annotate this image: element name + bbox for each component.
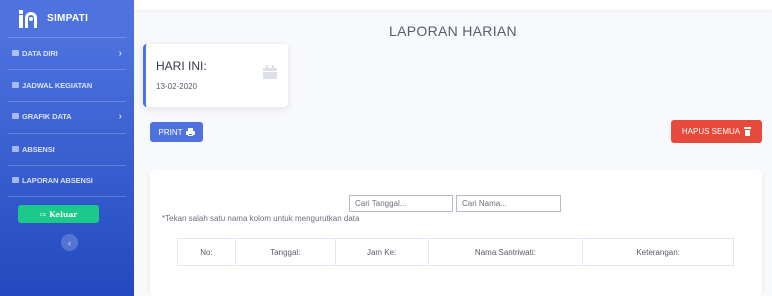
report-table: No: Tanggal: Jam Ke: Nama Santriwati: Ke… — [177, 238, 734, 266]
sidebar-toggle-button[interactable]: ‹ — [61, 234, 78, 251]
sidebar-item-label: ABSENSI — [22, 144, 55, 154]
sidebar: SIMPATI DATA DIRI › JADWAL KEGIATAN GRAF… — [0, 0, 134, 296]
topbar — [134, 0, 772, 10]
sidebar-item-jadwal-kegiatan[interactable]: JADWAL KEGIATAN — [0, 70, 134, 100]
sidebar-item-grafik-data[interactable]: GRAFIK DATA › — [0, 101, 134, 131]
column-header-tanggal[interactable]: Tanggal: — [234, 238, 336, 266]
brand-logo-icon — [19, 9, 37, 28]
print-button[interactable]: PRINT — [150, 122, 203, 142]
sidebar-item-absensi[interactable]: ABSENSI — [0, 134, 134, 164]
brand-name: SIMPATI — [47, 13, 89, 24]
logout-button[interactable]: ⇨ Keluar — [18, 205, 99, 223]
list-icon — [12, 146, 19, 152]
sidebar-item-label: LAPORAN ABSENSI — [22, 175, 93, 185]
sidebar-item-data-diri[interactable]: DATA DIRI › — [0, 38, 134, 68]
report-icon — [12, 177, 19, 183]
user-icon — [12, 50, 19, 56]
today-date: 13-02-2020 — [156, 82, 197, 91]
sidebar-divider — [8, 196, 126, 197]
today-card: HARI INI: 13-02-2020 — [143, 44, 288, 107]
column-header-jam-ke[interactable]: Jam Ke: — [334, 238, 429, 266]
delete-all-label: HAPUS SEMUA — [681, 127, 741, 136]
trash-icon — [744, 127, 752, 136]
printer-icon — [185, 128, 195, 136]
page-title: LAPORAN HARIAN — [389, 23, 517, 39]
logout-label: Keluar — [49, 209, 78, 219]
calendar-icon — [12, 82, 19, 88]
chevron-right-icon: › — [118, 110, 122, 122]
search-name-input[interactable] — [456, 195, 561, 212]
chevron-left-icon: ‹ — [68, 237, 71, 248]
chart-icon — [12, 113, 19, 119]
sidebar-item-label: DATA DIRI — [22, 48, 58, 58]
chevron-right-icon: › — [118, 47, 122, 59]
sort-hint: *Tekan salah satu nama kolom untuk mengu… — [162, 214, 360, 223]
sidebar-item-laporan-absensi[interactable]: LAPORAN ABSENSI — [0, 165, 134, 195]
logout-icon: ⇨ — [39, 209, 47, 219]
column-header-keterangan[interactable]: Keterangan: — [582, 238, 734, 266]
calendar-icon — [263, 65, 277, 79]
search-date-input[interactable] — [349, 195, 453, 212]
column-header-nama-santriwati[interactable]: Nama Santriwati: — [427, 238, 584, 266]
today-label: HARI INI: — [156, 59, 207, 73]
sidebar-item-label: GRAFIK DATA — [22, 111, 72, 121]
delete-all-button[interactable]: HAPUS SEMUA — [671, 120, 762, 143]
column-header-no[interactable]: No: — [177, 238, 236, 266]
sidebar-item-label: JADWAL KEGIATAN — [22, 80, 93, 90]
print-label: PRINT — [158, 127, 183, 137]
report-table-card — [150, 170, 762, 296]
table-header-row: No: Tanggal: Jam Ke: Nama Santriwati: Ke… — [177, 238, 734, 266]
sidebar-brand[interactable]: SIMPATI — [8, 0, 126, 38]
